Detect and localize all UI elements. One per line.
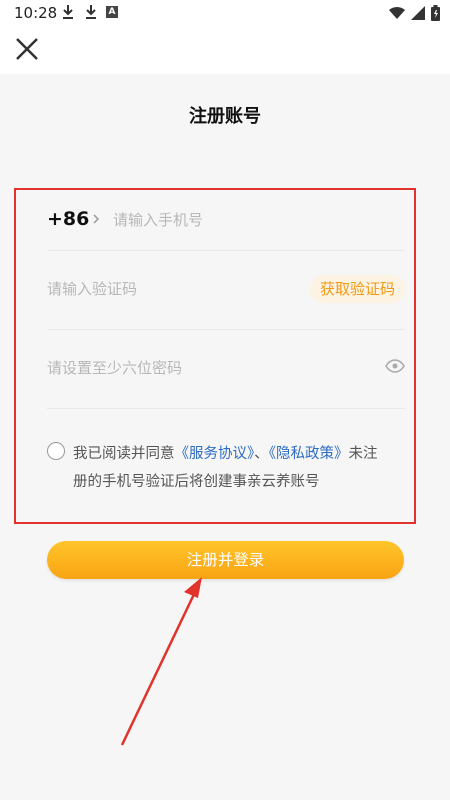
get-code-button[interactable]: 获取验证码: [309, 275, 405, 303]
verify-code-input[interactable]: [47, 275, 267, 303]
agreement-text: 我已阅读并同意《服务协议》、《隐私政策》未注册的手机号验证后将创建事亲云养账号: [73, 440, 389, 496]
register-button[interactable]: 注册并登录: [47, 541, 404, 579]
agreement-checkbox[interactable]: [47, 442, 65, 460]
password-row: [47, 330, 405, 409]
register-form: +86 获取验证码: [47, 192, 405, 409]
battery-icon: [431, 5, 440, 21]
download-icon: [86, 5, 96, 19]
agreement-separator: 、: [254, 446, 269, 462]
close-icon[interactable]: [12, 34, 42, 64]
wifi-icon: [389, 6, 405, 20]
signal-icon: [411, 6, 425, 20]
verify-code-row: 获取验证码: [47, 251, 405, 330]
country-code[interactable]: +86: [47, 208, 89, 230]
status-icons: [389, 5, 440, 21]
agreement-prefix: 我已阅读并同意: [73, 446, 175, 462]
phone-input[interactable]: [113, 206, 363, 234]
status-time: 10:28: [14, 4, 58, 22]
a-icon: A: [106, 6, 118, 18]
page-title: 注册账号: [189, 106, 261, 127]
status-bar: 10:28 A: [0, 0, 450, 26]
service-agreement-link[interactable]: 《服务协议》: [175, 446, 255, 462]
privacy-policy-link[interactable]: 《隐私政策》: [269, 446, 349, 462]
download-icon: [63, 5, 73, 19]
password-input[interactable]: [47, 354, 347, 382]
eye-icon[interactable]: [385, 358, 405, 374]
phone-row: +86: [47, 192, 405, 251]
chevron-right-icon[interactable]: [91, 213, 101, 225]
top-bar: [0, 26, 450, 74]
